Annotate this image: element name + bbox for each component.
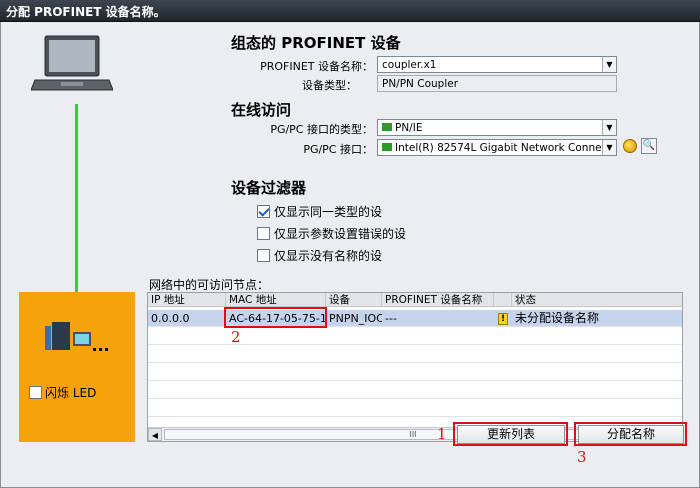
- filter-param-error-label: 仅显示参数设置错误的设: [274, 227, 407, 241]
- filter-no-name-checkbox[interactable]: [257, 249, 270, 262]
- device-name-value: coupler.x1: [382, 59, 437, 71]
- annotation-2: 2: [231, 328, 241, 346]
- warning-icon: !: [498, 313, 508, 325]
- refresh-highlight-box: [453, 422, 568, 446]
- filter-param-error-checkbox[interactable]: [257, 227, 270, 240]
- device-icon: [45, 322, 108, 351]
- table-row: [148, 364, 682, 381]
- device-name-label: PROFINET 设备名称：: [260, 60, 373, 73]
- filter-no-name-label: 仅显示没有名称的设: [274, 249, 383, 263]
- chevron-down-icon[interactable]: ▼: [602, 140, 616, 155]
- iface-type-value: PN/IE: [395, 122, 423, 134]
- filter-no-name-option[interactable]: 仅显示没有名称的设: [257, 247, 382, 264]
- device-name-select[interactable]: coupler.x1 ▼: [377, 56, 617, 73]
- device-filter-heading: 设备过滤器: [231, 179, 307, 197]
- cell-device: PNPN_IOC: [329, 312, 382, 325]
- filter-same-type-label: 仅显示同一类型的设: [274, 205, 383, 219]
- device-panel: 闪烁 LED: [19, 292, 135, 442]
- network-link-line: [75, 104, 78, 314]
- column-header-device[interactable]: 设备: [326, 293, 382, 307]
- filter-param-error-option[interactable]: 仅显示参数设置错误的设: [257, 225, 406, 242]
- table-row: [148, 328, 682, 345]
- online-access-heading: 在线访问: [231, 101, 292, 119]
- cell-ip: 0.0.0.0: [151, 312, 190, 325]
- column-header-mac[interactable]: MAC 地址: [226, 293, 326, 307]
- nodes-caption: 网络中的可访问节点：: [149, 278, 270, 292]
- search-icon[interactable]: 🔍: [641, 138, 657, 154]
- device-type-label: 设备类型：: [302, 79, 357, 92]
- iface-label: PG/PC 接口：: [303, 143, 373, 156]
- column-header-profinet-name[interactable]: PROFINET 设备名称: [382, 293, 494, 307]
- annotation-1: 1: [437, 425, 447, 443]
- table-header: IP 地址 MAC 地址 设备 PROFINET 设备名称 状态: [148, 293, 682, 307]
- column-header-icon[interactable]: [494, 293, 512, 307]
- scroll-left-icon[interactable]: ◀: [148, 428, 162, 441]
- column-header-ip[interactable]: IP 地址: [148, 293, 226, 307]
- window-title: 分配 PROFINET 设备名称。: [0, 0, 700, 22]
- filter-same-type-option[interactable]: 仅显示同一类型的设: [257, 203, 382, 220]
- cell-profinet-name: ---: [385, 312, 397, 325]
- dialog-body: 闪烁 LED 组态的 PROFINET 设备 PROFINET 设备名称： co…: [0, 22, 700, 488]
- chevron-down-icon[interactable]: ▼: [602, 120, 616, 135]
- table-row: [148, 382, 682, 399]
- assign-highlight-box: [574, 422, 687, 446]
- pc-icon: [31, 35, 113, 91]
- table-row: [148, 400, 682, 417]
- configured-device-heading: 组态的 PROFINET 设备: [231, 34, 401, 52]
- flash-led-label: 闪烁 LED: [45, 386, 97, 400]
- annotation-3: 3: [577, 448, 587, 466]
- network-card-icon: [382, 143, 392, 151]
- iface-value: Intel(R) 82574L Gigabit Network Connecti…: [395, 142, 617, 154]
- network-icon: [382, 123, 392, 131]
- table-row: [148, 346, 682, 363]
- iface-type-select[interactable]: PN/IE ▼: [377, 119, 617, 136]
- filter-same-type-checkbox[interactable]: [257, 205, 270, 218]
- iface-select[interactable]: Intel(R) 82574L Gigabit Network Connecti…: [377, 139, 617, 156]
- flash-led-checkbox[interactable]: [29, 386, 42, 399]
- column-header-status[interactable]: 状态: [512, 293, 682, 307]
- diagnostics-icon[interactable]: [623, 139, 637, 153]
- mac-highlight-box: [224, 307, 327, 328]
- device-type-field: PN/PN Coupler: [377, 75, 617, 92]
- iface-type-label: PG/PC 接口的类型：: [270, 123, 373, 136]
- cell-status: 未分配设备名称: [515, 311, 600, 325]
- chevron-down-icon[interactable]: ▼: [602, 57, 616, 72]
